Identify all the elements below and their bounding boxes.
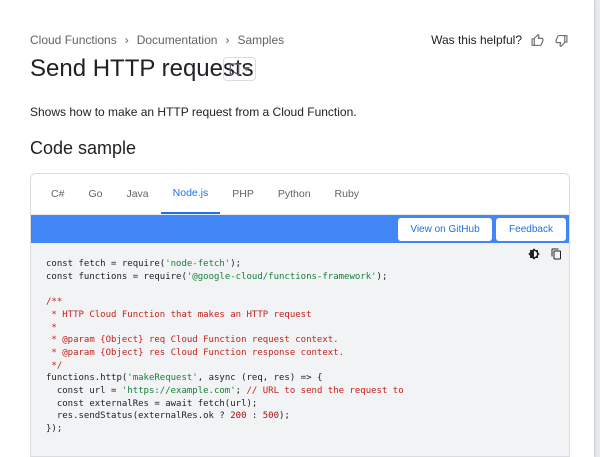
tab-csharp[interactable]: C# <box>39 174 76 214</box>
code-text: ); <box>230 259 242 269</box>
helpful-prompt: Was this helpful? <box>431 31 570 49</box>
breadcrumb: Cloud Functions › Documentation › Sample… <box>30 33 284 47</box>
code-comment: * HTTP Cloud Function that makes an HTTP… <box>46 309 312 320</box>
code-number: 200 <box>230 411 247 422</box>
top-bar: Cloud Functions › Documentation › Sample… <box>30 30 570 50</box>
feedback-button[interactable]: Feedback <box>496 218 566 241</box>
code-comment: // URL to send the request to <box>246 386 404 397</box>
dropdown-arrow-icon <box>243 66 250 71</box>
code-string: 'node-fetch' <box>165 259 231 269</box>
code-comment: /** <box>46 297 63 308</box>
tab-python[interactable]: Python <box>266 174 323 214</box>
bookmark-button[interactable] <box>223 57 256 81</box>
code-text: const externalRes = await fetch(url); <box>46 398 258 409</box>
code-sample-box: C# Go Java Node.js PHP Python Ruby View … <box>30 173 570 457</box>
tab-java[interactable]: Java <box>114 174 160 214</box>
view-on-github-button[interactable]: View on GitHub <box>398 218 492 241</box>
tab-go[interactable]: Go <box>76 174 114 214</box>
code-action-bar: View on GitHub Feedback <box>31 215 569 243</box>
code-tools <box>527 247 563 261</box>
section-title: Code sample <box>30 138 137 158</box>
code-string: '@google-cloud/functions-framework' <box>186 271 377 282</box>
code-text: , async (req, res) => { <box>197 373 323 384</box>
page-description: Shows how to make an HTTP request from a… <box>30 105 357 119</box>
tab-php[interactable]: PHP <box>220 174 266 214</box>
breadcrumb-samples[interactable]: Samples <box>237 33 284 47</box>
chevron-right-icon: › <box>225 33 230 47</box>
thumb-down-icon[interactable] <box>552 31 570 49</box>
copy-icon[interactable] <box>549 247 563 261</box>
bookmark-icon <box>229 62 240 76</box>
code-string: 'makeRequest' <box>127 373 198 384</box>
code-area: const fetch = require('node-fetch'); con… <box>31 243 569 436</box>
code-text: const fetch = require( <box>46 259 166 269</box>
code-text: ); <box>279 411 290 422</box>
page: Cloud Functions › Documentation › Sample… <box>0 0 594 457</box>
code-block: const fetch = require('node-fetch'); con… <box>46 258 569 436</box>
helpful-label: Was this helpful? <box>431 33 522 47</box>
language-tabs: C# Go Java Node.js PHP Python Ruby <box>31 174 569 215</box>
chevron-right-icon: › <box>124 33 129 47</box>
page-title: Send HTTP requests <box>30 55 254 82</box>
code-text: ; <box>235 386 247 397</box>
code-text: const url = <box>46 386 122 397</box>
code-text: res.sendStatus(externalRes.ok ? <box>46 411 231 422</box>
code-text: functions.http( <box>46 373 128 384</box>
thumb-up-icon[interactable] <box>528 31 546 49</box>
code-text: ); <box>376 271 388 282</box>
tab-ruby[interactable]: Ruby <box>323 174 372 214</box>
code-comment: * @param {Object} req Cloud Function req… <box>46 335 339 346</box>
dark-theme-icon[interactable] <box>527 247 541 261</box>
code-comment: * <box>46 322 57 333</box>
breadcrumb-cloud-functions[interactable]: Cloud Functions <box>30 33 117 47</box>
code-comment: * @param {Object} res Cloud Function res… <box>46 347 345 358</box>
breadcrumb-documentation[interactable]: Documentation <box>137 33 218 47</box>
code-number: 500 <box>262 411 280 422</box>
code-text: }); <box>46 424 63 435</box>
code-text: : <box>246 411 263 422</box>
code-string: 'https://example.com' <box>121 386 236 397</box>
tab-nodejs[interactable]: Node.js <box>160 174 221 214</box>
code-text: const functions = require( <box>46 271 187 282</box>
code-comment: */ <box>46 360 63 371</box>
